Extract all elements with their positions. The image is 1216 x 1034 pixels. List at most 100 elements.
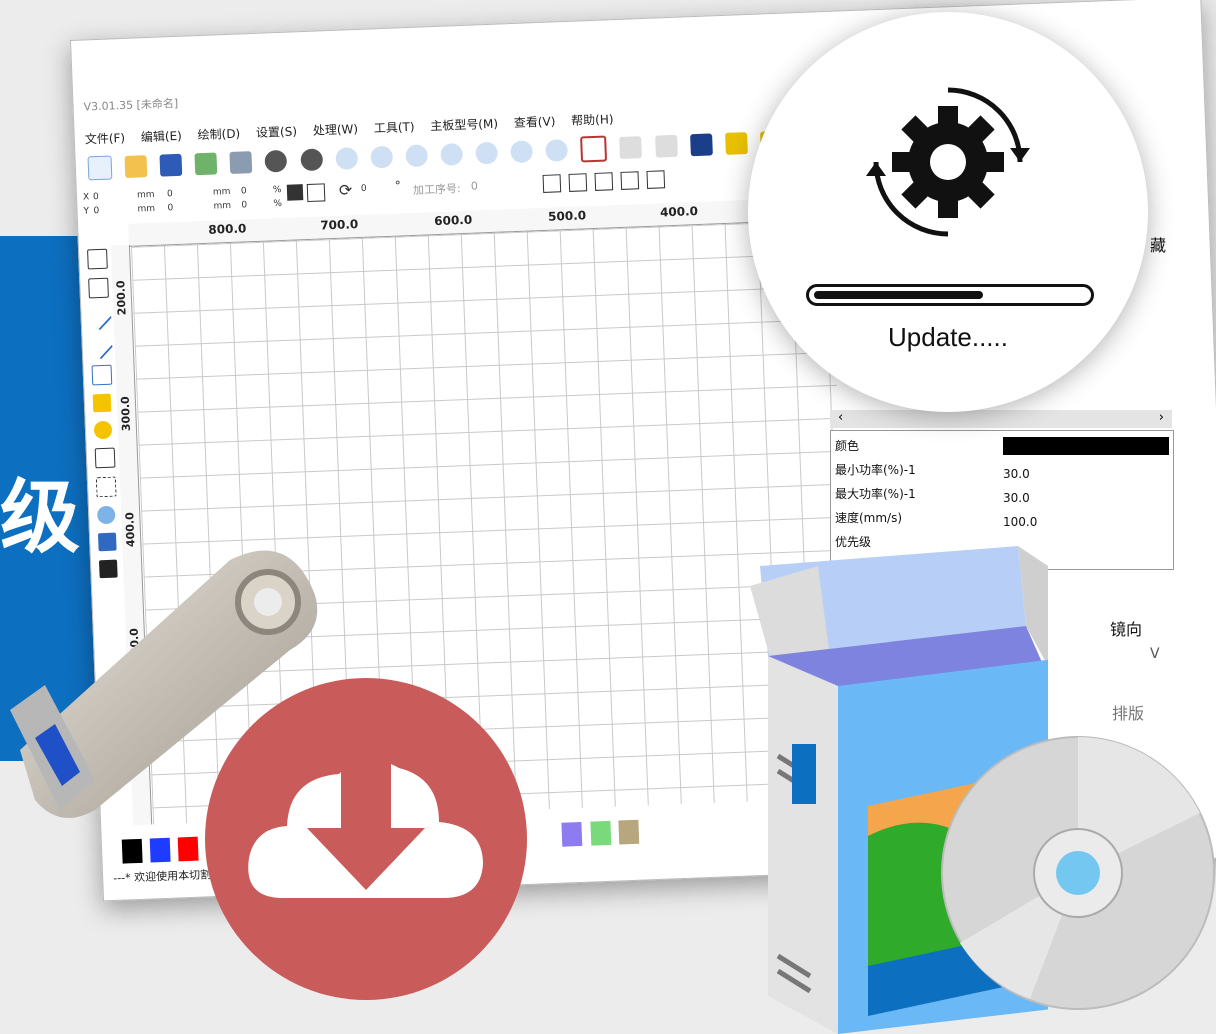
ellipse-tool-icon[interactable] [93, 420, 113, 440]
align-bottom-icon[interactable] [620, 171, 640, 190]
rectangle-tool-icon[interactable] [92, 393, 112, 413]
cloud-download-icon [248, 756, 483, 898]
download-badge [205, 678, 527, 1000]
ruler-top-label: 500.0 [547, 208, 587, 224]
import-icon[interactable] [194, 152, 218, 176]
degree-unit: ° [394, 178, 402, 193]
update-progress-bar [806, 284, 1094, 306]
direction-fragment: 镜向 [1110, 620, 1143, 639]
new-file-icon[interactable] [87, 155, 113, 181]
window-title: V3.01.35 [未命名] [83, 96, 179, 114]
x-unit: mm [136, 189, 155, 201]
x-value[interactable]: 0 [93, 192, 99, 202]
prop-label-color: 颜色 [835, 439, 860, 453]
seq-label: 加工序号: [412, 182, 461, 197]
align-center-icon[interactable] [646, 170, 666, 189]
ruler-top-label: 800.0 [208, 221, 247, 237]
menu-tools[interactable]: 工具(T) [374, 120, 415, 136]
align-left-icon[interactable] [542, 174, 562, 193]
scale-y-value[interactable]: 0 [241, 200, 247, 210]
node-edit-icon[interactable] [88, 277, 109, 299]
update-badge: Update..... [748, 12, 1148, 412]
menu-view[interactable]: 查看(V) [514, 114, 556, 130]
zoom-all-icon[interactable] [510, 140, 534, 164]
point-tool-icon[interactable] [95, 476, 117, 498]
menu-help[interactable]: 帮助(H) [571, 112, 614, 128]
ruler-left-label: 300.0 [118, 396, 134, 432]
undo-icon[interactable] [264, 149, 288, 173]
ruler-top-label: 400.0 [659, 204, 699, 220]
scroll-left-icon[interactable]: ‹ [838, 410, 843, 425]
y-label: Y [83, 206, 90, 217]
curve-tool-icon[interactable] [91, 364, 113, 386]
cd-disc-icon [941, 736, 1215, 1010]
palette-swatch[interactable] [121, 838, 143, 864]
menu-file[interactable]: 文件(F) [85, 131, 126, 147]
height-unit: mm [213, 200, 232, 212]
select-tool-icon[interactable] [87, 248, 108, 270]
gear-sync-icon [866, 87, 1030, 237]
horizontal-scrollbar[interactable]: ‹ › [830, 410, 1172, 428]
ruler-left-label: 200.0 [114, 280, 129, 316]
redo-icon[interactable] [299, 148, 323, 172]
line-tool-icon[interactable] [85, 303, 113, 331]
path-icon[interactable] [619, 136, 643, 159]
palette-swatch[interactable] [561, 821, 583, 847]
frame-icon[interactable] [580, 135, 608, 163]
palette-swatch[interactable] [177, 836, 199, 862]
align-top-icon[interactable] [594, 172, 614, 191]
palette-swatch[interactable] [618, 819, 639, 845]
menu-settings[interactable]: 设置(S) [256, 124, 297, 140]
export-icon[interactable] [229, 151, 253, 174]
rotate-value[interactable]: 0 [361, 184, 367, 194]
grid-icon[interactable] [306, 183, 326, 203]
update-text: Update..... [888, 322, 1008, 352]
scale-x-value[interactable]: 0 [241, 186, 247, 196]
prop-value-max-power[interactable]: 30.0 [1003, 487, 1030, 509]
menu-board-model[interactable]: 主板型号(M) [430, 117, 498, 134]
brush-icon[interactable] [654, 134, 678, 158]
zoom-page-icon[interactable] [440, 143, 464, 166]
update-progress-fill [814, 291, 983, 299]
align-right-icon[interactable] [568, 173, 588, 192]
height-value[interactable]: 0 [167, 203, 173, 213]
zoom-window-icon[interactable] [545, 138, 569, 162]
seq-value[interactable]: 0 [471, 179, 478, 192]
text-tool-icon[interactable] [94, 447, 116, 469]
scale-y-unit: % [273, 198, 283, 210]
zoom-select-icon[interactable] [475, 141, 499, 165]
x-label: X [82, 192, 90, 203]
zoom-fit-icon[interactable] [370, 145, 393, 169]
zoom-out-icon[interactable] [405, 144, 428, 168]
bitmap-tool-icon[interactable] [96, 505, 116, 525]
rotate-icon[interactable]: ⟳ [339, 180, 353, 200]
ruler-top-label: 600.0 [433, 212, 473, 229]
y-unit: mm [137, 203, 156, 215]
polyline-tool-icon[interactable] [86, 332, 114, 360]
open-folder-icon[interactable] [124, 155, 148, 178]
prop-value-min-power[interactable]: 30.0 [1003, 463, 1030, 485]
array-icon[interactable] [724, 132, 748, 155]
layout-button-fragment[interactable]: 排版 [1112, 700, 1144, 724]
prop-label-speed: 速度(mm/s) [835, 511, 903, 525]
panel-header-fragment: 藏 [1150, 236, 1167, 255]
zoom-in-icon[interactable] [334, 147, 358, 170]
y-value[interactable]: 0 [93, 206, 99, 216]
menu-process[interactable]: 处理(W) [313, 122, 359, 138]
palette-swatch[interactable] [149, 837, 171, 863]
prop-value-speed[interactable]: 100.0 [1003, 511, 1037, 533]
scale-x-unit: % [272, 184, 282, 196]
monitor-icon[interactable] [689, 133, 713, 157]
width-unit: mm [212, 186, 231, 198]
width-value[interactable]: 0 [167, 189, 173, 199]
v-fragment: V [1150, 646, 1160, 662]
lock-icon[interactable] [286, 184, 304, 201]
ruler-top-label: 700.0 [320, 217, 359, 233]
scroll-right-icon[interactable]: › [1159, 410, 1164, 425]
menu-draw[interactable]: 绘制(D) [197, 127, 240, 143]
prop-label-min-power: 最小功率(%)-1 [835, 463, 916, 477]
menu-edit[interactable]: 编辑(E) [141, 129, 182, 145]
layer-color-swatch[interactable] [1003, 437, 1169, 455]
palette-swatch[interactable] [589, 820, 611, 846]
save-icon[interactable] [159, 153, 183, 177]
